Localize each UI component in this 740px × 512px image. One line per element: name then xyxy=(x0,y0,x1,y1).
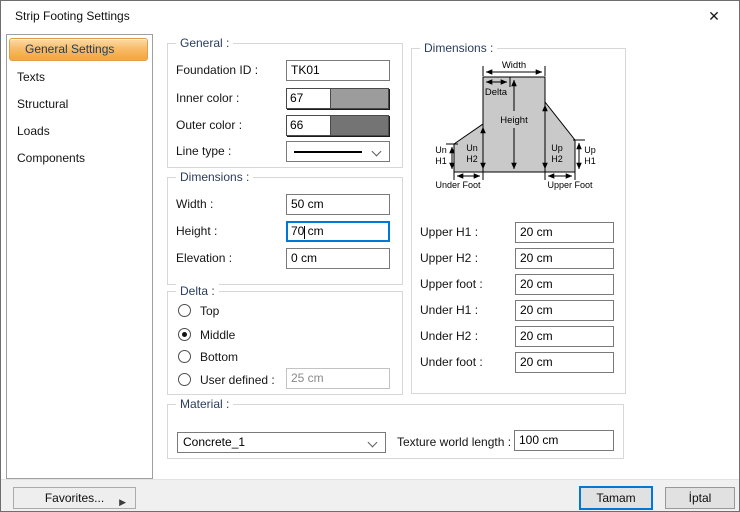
diagram-delta-label: Delta xyxy=(485,87,508,98)
dialog-title: Strip Footing Settings xyxy=(15,9,130,23)
texture-world-length-label: Texture world length : xyxy=(397,435,512,449)
upper-h1-input[interactable]: 20 cm xyxy=(515,222,614,243)
radio-icon[interactable] xyxy=(178,350,191,363)
group-material: Material : Concrete_1 Texture world leng… xyxy=(167,397,624,459)
sidebar-item-loads[interactable]: Loads xyxy=(9,121,148,141)
elevation-label: Elevation : xyxy=(176,251,233,265)
favorites-label: Favorites... xyxy=(44,491,105,505)
sidebar-item-general-settings[interactable]: General Settings xyxy=(9,38,148,61)
height-label: Height : xyxy=(176,224,218,238)
texture-world-length-input[interactable]: 100 cm xyxy=(514,430,614,451)
inner-color-label: Inner color : xyxy=(176,91,240,105)
upper-h2-input[interactable]: 20 cm xyxy=(515,248,614,269)
group-general: General : Foundation ID : TK01 Inner col… xyxy=(167,36,403,168)
text-caret xyxy=(304,226,305,239)
settings-category-list: General Settings Texts Structural Loads … xyxy=(6,34,153,479)
upper-foot-label: Upper foot : xyxy=(420,277,483,291)
width-label: Width : xyxy=(176,197,214,211)
radio-label: Bottom xyxy=(200,350,239,364)
upper-h1-label: Upper H1 : xyxy=(420,225,479,239)
chevron-down-icon xyxy=(367,437,378,448)
upper-foot-input[interactable]: 20 cm xyxy=(515,274,614,295)
footer-bar: Favorites... ▶ Tamam İptal xyxy=(1,479,739,511)
user-defined-delta-input[interactable]: 25 cm xyxy=(286,368,390,389)
line-type-label: Line type : xyxy=(176,144,232,158)
svg-text:H2: H2 xyxy=(466,154,478,164)
radio-icon[interactable] xyxy=(178,304,191,317)
width-input[interactable]: 50 cm xyxy=(286,194,390,215)
material-selected-value: Concrete_1 xyxy=(183,435,246,449)
group-dimensions-right: Dimensions : Width Delta Height Un H1 Un… xyxy=(411,41,626,394)
svg-text:H1: H1 xyxy=(584,156,596,166)
svg-text:H2: H2 xyxy=(551,154,563,164)
upper-h2-label: Upper H2 : xyxy=(420,251,479,265)
diagram-un-h1-label: Un xyxy=(435,145,447,155)
chevron-down-icon xyxy=(371,146,382,157)
diagram-up-h2-label: Up xyxy=(551,143,563,153)
outer-color-picker[interactable]: 66 xyxy=(286,115,389,136)
diagram-width-label: Width xyxy=(502,60,526,71)
favorites-button[interactable]: Favorites... ▶ xyxy=(13,487,136,509)
group-delta-title: Delta : xyxy=(176,284,219,298)
diagram-un-h2-label: Un xyxy=(466,143,478,153)
sidebar-item-structural[interactable]: Structural xyxy=(9,94,148,114)
outer-color-value: 66 xyxy=(287,116,331,135)
under-foot-label: Under foot : xyxy=(420,355,483,369)
under-h2-input[interactable]: 20 cm xyxy=(515,326,614,347)
outer-color-label: Outer color : xyxy=(176,118,243,132)
line-type-preview xyxy=(294,151,362,153)
diagram-height-label: Height xyxy=(500,115,528,126)
inner-color-swatch xyxy=(331,89,388,108)
material-dropdown[interactable]: Concrete_1 xyxy=(177,432,386,453)
foundation-id-label: Foundation ID : xyxy=(176,63,259,77)
under-h2-label: Under H2 : xyxy=(420,329,479,343)
under-foot-input[interactable]: 20 cm xyxy=(515,352,614,373)
ok-button[interactable]: Tamam xyxy=(579,486,653,510)
cancel-button[interactable]: İptal xyxy=(665,487,735,509)
foundation-id-input[interactable]: TK01 xyxy=(286,60,390,81)
under-h1-label: Under H1 : xyxy=(420,303,479,317)
radio-selected-icon[interactable] xyxy=(178,328,191,341)
inner-color-picker[interactable]: 67 xyxy=(286,88,389,109)
height-input[interactable]: 70 cm xyxy=(286,221,390,242)
group-dimensions-left: Dimensions : Width : 50 cm Height : 70 c… xyxy=(167,170,403,285)
radio-icon[interactable] xyxy=(178,373,191,386)
elevation-input[interactable]: 0 cm xyxy=(286,248,390,269)
outer-color-swatch xyxy=(331,116,388,135)
sidebar-item-texts[interactable]: Texts xyxy=(9,67,148,87)
height-value: 70 cm xyxy=(291,224,324,238)
group-delta: Delta : Top Middle Bottom User defined :… xyxy=(167,284,403,395)
under-h1-input[interactable]: 20 cm xyxy=(515,300,614,321)
line-type-dropdown[interactable] xyxy=(286,141,390,162)
diagram-under-foot-label: Under Foot xyxy=(435,180,481,190)
radio-label: User defined : xyxy=(200,373,275,387)
close-icon[interactable]: ✕ xyxy=(701,5,727,27)
group-general-title: General : xyxy=(176,36,234,50)
strip-footing-settings-dialog: Strip Footing Settings ✕ General Setting… xyxy=(0,0,740,512)
group-material-title: Material : xyxy=(176,397,234,411)
group-dimensions-left-title: Dimensions : xyxy=(176,170,254,184)
diagram-up-h1-label: Up xyxy=(584,145,596,155)
diagram-upper-foot-label: Upper Foot xyxy=(547,180,593,190)
radio-label: Top xyxy=(200,304,220,318)
menu-arrow-icon: ▶ xyxy=(119,497,126,507)
footing-cross-section-diagram: Width Delta Height Un H1 Un H2 Up H2 Up … xyxy=(435,60,596,190)
titlebar: Strip Footing Settings ✕ xyxy=(1,1,739,31)
inner-color-value: 67 xyxy=(287,89,331,108)
sidebar-item-components[interactable]: Components xyxy=(9,148,148,168)
group-dimensions-right-title: Dimensions : xyxy=(420,41,498,55)
svg-text:H1: H1 xyxy=(435,156,447,166)
radio-label: Middle xyxy=(200,328,236,342)
